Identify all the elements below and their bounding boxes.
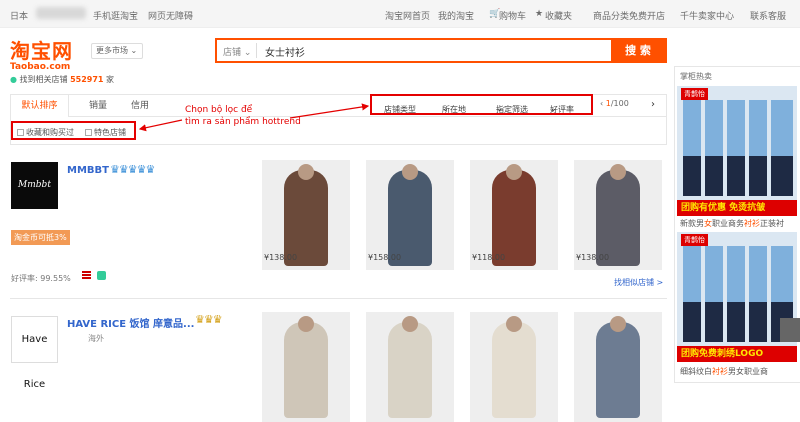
store-logo[interactable]: Mmbbt <box>11 162 58 209</box>
store-divider <box>10 298 667 299</box>
positive-rating: 好评率: 99.55% <box>11 273 71 284</box>
product-thumbnail[interactable] <box>366 312 454 422</box>
store-name[interactable]: HAVE RICE 饭馆 庠意品... <box>67 315 194 330</box>
ad-title-part: 正装衬 <box>760 219 784 228</box>
product-figure <box>492 322 536 418</box>
crown-rating-icon: ♛♛♛♛♛ <box>110 163 155 176</box>
ad-title-part: 新款男 <box>680 219 704 228</box>
product-thumbnail[interactable] <box>470 312 558 422</box>
sidebar-ad[interactable]: 青鹊怡 团购有优惠 免烫抗皱 <box>677 86 797 216</box>
find-similar-stores-link[interactable]: 找相似店铺 > <box>614 277 663 288</box>
sidebar-title: 掌柜热卖 <box>680 72 712 81</box>
product-figure <box>388 170 432 266</box>
ad-title-highlight: 衬衫 <box>744 219 760 228</box>
product-figure <box>284 170 328 266</box>
product-price: ¥138.00 <box>576 253 610 262</box>
crown-rating-icon: ♛♛♛ <box>195 313 223 326</box>
rating-value: 99.55% <box>40 274 71 283</box>
product-figure <box>284 322 328 418</box>
service-icon <box>97 271 106 280</box>
product-thumbnail[interactable] <box>262 312 350 422</box>
flag-icon <box>82 271 91 280</box>
product-thumbnail[interactable] <box>574 312 662 422</box>
ad-title-part: 男女职业商 <box>728 367 768 376</box>
ad-brand: 青鹊怡 <box>681 234 708 246</box>
ad-banner: 团购有优惠 免烫抗皱 <box>677 200 797 216</box>
product-figure <box>388 322 432 418</box>
store-name[interactable]: MMBBT <box>67 165 109 176</box>
product-price: ¥118.00 <box>472 253 506 262</box>
arrow-to-filters <box>289 103 370 119</box>
sidebar-ad[interactable]: 青鹊怡 团购免费刺绣LOGO <box>677 232 797 362</box>
product-figure <box>596 322 640 418</box>
product-price: ¥158.00 <box>368 253 402 262</box>
product-model-head <box>298 316 314 332</box>
ad-models-pants <box>683 156 793 196</box>
product-figure <box>596 170 640 266</box>
ad-title-highlight: 女 <box>704 219 712 228</box>
store-location: 海外 <box>88 334 104 343</box>
ad-title[interactable]: 细斜纹白衬衫男女职业商 <box>680 366 768 377</box>
ad-title-part: 职业商务 <box>712 219 744 228</box>
ad-title-highlight: 衬衫 <box>712 367 728 376</box>
product-model-head <box>402 164 418 180</box>
product-model-head <box>506 164 522 180</box>
arrow-to-checkboxes <box>138 119 183 132</box>
pencil-icon[interactable] <box>780 318 800 342</box>
rating-label: 好评率: <box>11 274 41 283</box>
product-price: ¥138.00 <box>264 253 298 262</box>
product-model-head <box>610 164 626 180</box>
store-logo[interactable]: Have Rice <box>11 316 58 390</box>
ad-banner: 团购免费刺绣LOGO <box>677 346 797 362</box>
ad-title[interactable]: 新款男女职业商务衬衫正装衬 <box>680 218 784 229</box>
store-service-icons <box>82 271 106 283</box>
ad-title-part: 细斜纹白 <box>680 367 712 376</box>
ad-models-pants <box>683 302 793 342</box>
product-model-head <box>610 316 626 332</box>
product-model-head <box>506 316 522 332</box>
product-figure <box>492 170 536 266</box>
product-model-head <box>298 164 314 180</box>
product-model-head <box>402 316 418 332</box>
coin-discount-badge: 淘金币可抵3% <box>11 230 70 245</box>
ad-brand: 青鹊怡 <box>681 88 708 100</box>
